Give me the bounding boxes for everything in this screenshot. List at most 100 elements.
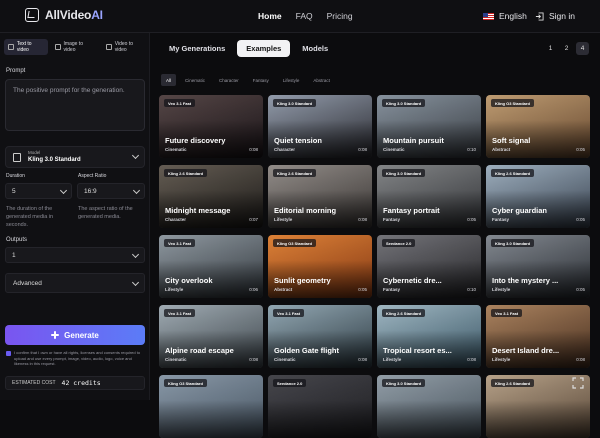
prompt-input[interactable]: The positive prompt for the generation.	[5, 79, 145, 131]
model-badge: Veo 3.1 Fast	[164, 99, 196, 107]
card-title: Alpine road escape	[165, 346, 234, 355]
example-card[interactable]: Veo 3.1 Fast Alpine road escape Cinematic 0…	[159, 305, 263, 368]
text-video-icon	[8, 44, 14, 50]
page-2[interactable]: 2	[560, 42, 573, 55]
model-badge: Kling 3.0 Standard	[382, 99, 426, 107]
login-icon	[535, 11, 544, 21]
card-category: Fantasy	[383, 217, 401, 222]
card-category: Character	[165, 217, 187, 222]
duration-select[interactable]: 5	[5, 183, 72, 199]
card-category: Cinematic	[165, 357, 187, 362]
card-title: Golden Gate flight	[274, 346, 339, 355]
card-title: Soft signal	[492, 136, 531, 145]
model-badge: Kling O3 Standard	[164, 379, 207, 387]
video-icon	[105, 44, 112, 50]
mode-video-to-video[interactable]: Video to video	[102, 39, 149, 55]
example-card[interactable]: Kling 3.0 Standard Mountain pursuit Cinema…	[377, 95, 481, 158]
card-duration: 0:08	[358, 147, 367, 152]
model-badge: Veo 3.1 Fast	[491, 309, 523, 317]
example-card[interactable]: Veo 3.1 Fast Golden Gate flight Cinematic 0…	[268, 305, 372, 368]
card-duration: 0:08	[576, 357, 585, 362]
example-card[interactable]: Kling 2.6 Standard Midnight message Charac…	[159, 165, 263, 228]
chevron-down-icon	[59, 186, 68, 195]
example-card[interactable]: Veo 3.1 Fast City overlook Lifestyle 0:06	[159, 235, 263, 298]
example-card[interactable]: Kling O3 Standard	[159, 375, 263, 438]
tab-examples[interactable]: Examples	[237, 40, 291, 57]
language-selector[interactable]: English	[483, 11, 527, 21]
example-card[interactable]: Kling 2.6 Standard Editorial morning Lifes…	[268, 165, 372, 228]
model-badge: Seedance 2.0	[382, 239, 416, 247]
card-title: Midnight message	[165, 206, 231, 215]
card-title: Future discovery	[165, 136, 226, 145]
card-title: Cyber guardian	[492, 206, 548, 215]
card-duration: 0:07	[249, 217, 258, 222]
card-duration: 0:05	[576, 147, 585, 152]
filter-fantasy[interactable]: Fantasy	[248, 74, 274, 86]
logo-icon	[25, 8, 39, 22]
example-card[interactable]: Kling O3 Standard Soft signal Abstract 0:05	[486, 95, 590, 158]
filter-abstract[interactable]: Abstract	[308, 74, 335, 86]
card-title: Sunlit geometry	[274, 276, 331, 285]
example-card[interactable]: Kling 2.6 Standard Tropical resort es... L…	[377, 305, 481, 368]
card-title: Tropical resort es...	[383, 346, 452, 355]
page-4[interactable]: 4	[576, 42, 589, 55]
example-card[interactable]: Kling 3.0 Standard Into the mystery ... Li…	[486, 235, 590, 298]
card-category: Lifestyle	[492, 287, 511, 292]
duration-help: The duration of the generated media in s…	[6, 206, 54, 228]
brand-name: AllVideoAI	[45, 8, 103, 22]
example-card[interactable]: Seedance 2.0	[268, 375, 372, 438]
checkbox-checked[interactable]	[6, 351, 11, 356]
estimated-cost: ESTIMATED COST 42 credits	[5, 376, 145, 390]
card-duration: 0:08	[249, 147, 258, 152]
consent-checkbox-row[interactable]: I confirm that I own or have all rights,…	[6, 350, 146, 367]
mode-text-to-video[interactable]: Text to video	[4, 39, 48, 55]
example-card[interactable]: Veo 3.1 Fast Future discovery Cinematic 0:0…	[159, 95, 263, 158]
main-content: My Generations Examples Models 1 2 4 All…	[150, 33, 600, 438]
card-category: Lifestyle	[165, 287, 184, 292]
signin-button[interactable]: Sign in	[535, 11, 575, 21]
generate-button[interactable]: Generate	[5, 325, 145, 345]
card-category: Lifestyle	[492, 357, 511, 362]
filter-character[interactable]: Character	[214, 74, 244, 86]
card-duration: 0:05	[358, 287, 367, 292]
brand-logo[interactable]: AllVideoAI	[25, 8, 103, 22]
model-selector[interactable]: Model Kling 3.0 Standard	[5, 146, 145, 168]
card-title: Cybernetic dre...	[383, 276, 442, 285]
prompt-label: Prompt	[6, 68, 26, 74]
card-category: Character	[274, 147, 296, 152]
example-card[interactable]: Seedance 2.0 Cybernetic dre... Fantasy 0:10	[377, 235, 481, 298]
advanced-toggle[interactable]: Advanced	[5, 273, 145, 293]
chevron-down-icon	[132, 186, 141, 195]
example-card[interactable]: Kling 3.0 Standard	[377, 375, 481, 438]
aspect-ratio-label: Aspect Ratio	[78, 173, 107, 179]
card-duration: 0:10	[467, 147, 476, 152]
model-badge: Kling 2.6 Standard	[491, 379, 535, 387]
example-card[interactable]: Kling O3 Standard Sunlit geometry Abstract…	[268, 235, 372, 298]
nav-home[interactable]: Home	[258, 11, 282, 21]
top-bar: AllVideoAI Home FAQ Pricing English Sign…	[0, 0, 600, 33]
card-category: Lifestyle	[383, 357, 402, 362]
nav-faq[interactable]: FAQ	[296, 11, 313, 21]
aspect-ratio-select[interactable]: 16:9	[77, 183, 145, 199]
expand-icon[interactable]	[572, 377, 584, 389]
example-card[interactable]: Kling 3.0 Standard Fantasy portrait Fantas…	[377, 165, 481, 228]
signin-label: Sign in	[549, 11, 575, 21]
page-1[interactable]: 1	[544, 42, 557, 55]
example-card[interactable]: Kling 3.0 Standard Quiet tension Character…	[268, 95, 372, 158]
tab-my-generations[interactable]: My Generations	[160, 40, 234, 57]
mode-image-to-video[interactable]: Image to video	[51, 39, 99, 55]
card-duration: 0:05	[576, 217, 585, 222]
model-badge: Kling O3 Standard	[491, 99, 534, 107]
duration-label: Duration	[6, 173, 25, 179]
example-card[interactable]: Kling 2.6 Standard Cyber guardian Fantasy 0…	[486, 165, 590, 228]
card-title: Desert Island dre...	[492, 346, 560, 355]
model-badge: Kling 2.6 Standard	[382, 309, 426, 317]
tab-models[interactable]: Models	[293, 40, 337, 57]
filter-cinematic[interactable]: Cinematic	[180, 74, 210, 86]
outputs-select[interactable]: 1	[5, 247, 145, 263]
nav-pricing[interactable]: Pricing	[327, 11, 353, 21]
filter-all[interactable]: All	[161, 74, 177, 86]
example-card[interactable]: Veo 3.1 Fast Desert Island dre... Lifestyl…	[486, 305, 590, 368]
card-category: Cinematic	[165, 147, 187, 152]
filter-lifestyle[interactable]: Lifestyle	[278, 74, 305, 86]
